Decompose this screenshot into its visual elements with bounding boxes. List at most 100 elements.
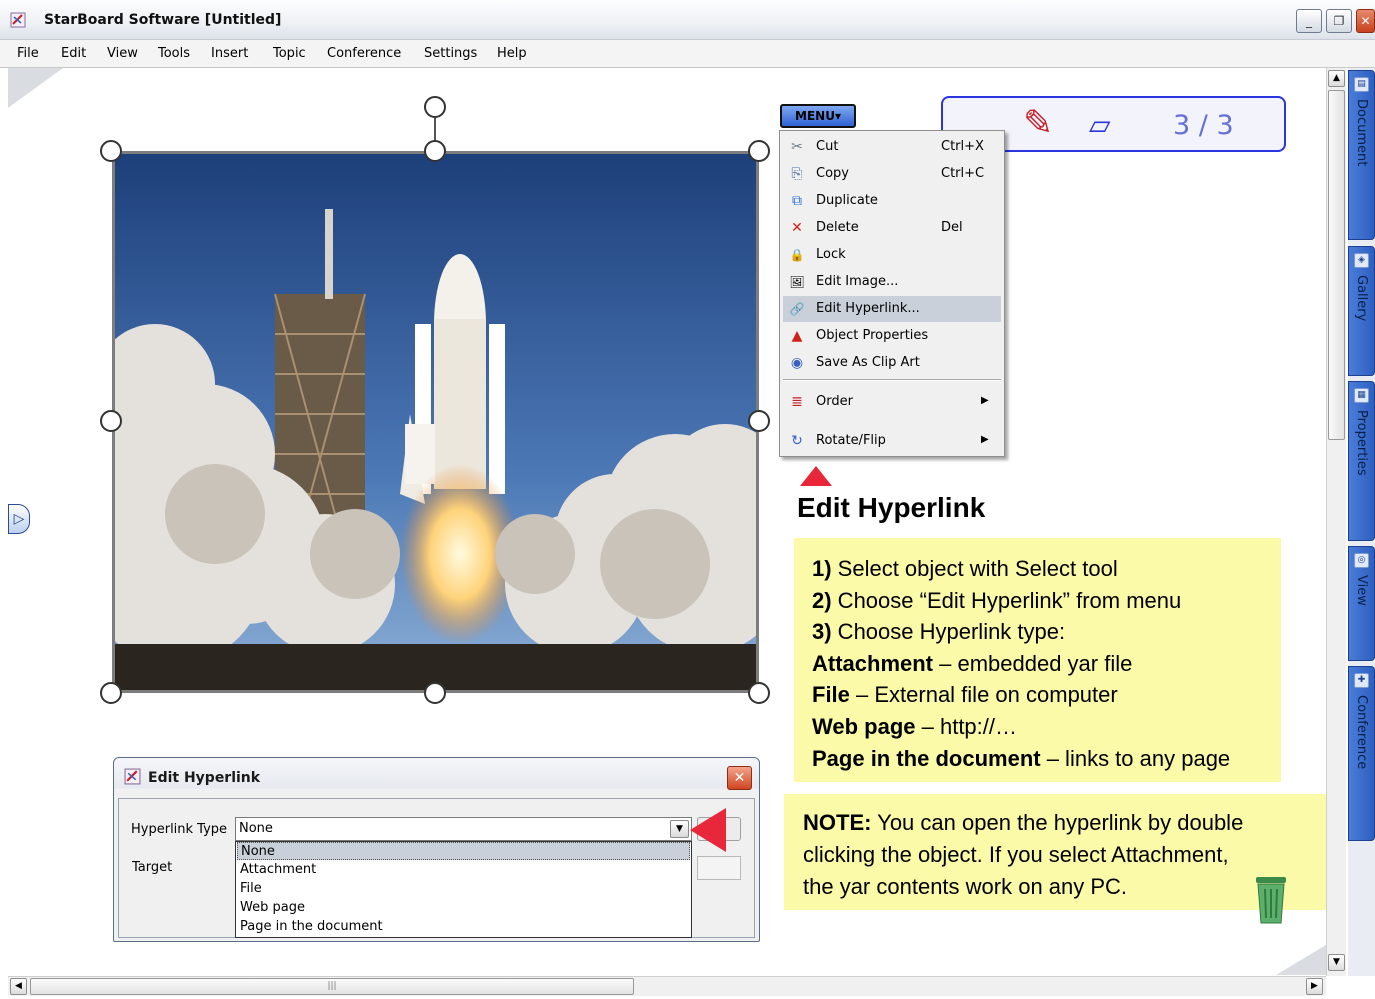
step-line: Web page – http://…	[812, 713, 1018, 739]
hyperlink-icon: 🔗	[789, 302, 805, 316]
tab-view[interactable]: ◎ View	[1348, 546, 1375, 661]
scroll-left-icon[interactable]: ◀	[10, 978, 27, 995]
menu-item-copy[interactable]: ⎘ Copy Ctrl+C	[783, 161, 1001, 187]
order-icon: ≣	[791, 394, 803, 410]
resize-handle-bottom-right[interactable]	[748, 682, 770, 704]
scroll-right-icon[interactable]: ▶	[1306, 978, 1323, 995]
menu-help[interactable]: Help	[497, 46, 527, 61]
submenu-arrow-icon: ▶	[981, 434, 989, 445]
target-label: Target	[132, 860, 173, 875]
minimize-button[interactable]: _	[1296, 9, 1322, 33]
menu-item-save-clip-art[interactable]: ◉ Save As Clip Art	[783, 350, 1001, 376]
duplicate-icon: ⧉	[792, 193, 802, 209]
step-line: Attachment – embedded yar file	[812, 650, 1133, 676]
menu-conference[interactable]: Conference	[327, 46, 401, 61]
properties-icon: ▦	[1354, 388, 1369, 403]
target-field[interactable]	[697, 856, 741, 880]
step-line: 3) Choose Hyperlink type:	[812, 619, 1066, 645]
horizontal-scroll-thumb[interactable]: |||	[30, 978, 634, 995]
menu-edit[interactable]: Edit	[61, 46, 86, 61]
step-line: 2) Choose “Edit Hyperlink” from menu	[812, 587, 1182, 613]
option-none[interactable]: None	[237, 842, 690, 860]
scroll-up-icon[interactable]: ▲	[1328, 70, 1345, 87]
menu-item-edit-hyperlink[interactable]: 🔗 Edit Hyperlink...	[783, 296, 1001, 322]
menu-tools[interactable]: Tools	[158, 46, 190, 61]
note-line: clicking the object. If you select Attac…	[803, 842, 1229, 867]
menu-item-object-properties[interactable]: ▲ Object Properties	[783, 323, 1001, 349]
view-icon: ◎	[1354, 553, 1369, 568]
resize-handle-top-left[interactable]	[100, 140, 122, 162]
red-pointer-arrow	[690, 808, 726, 852]
gallery-icon: ◈	[1354, 253, 1369, 268]
menu-file[interactable]: File	[17, 46, 39, 61]
step-line: Page in the document – links to any page	[812, 745, 1231, 771]
title-bar: StarBoard Software [Untitled] _ ❐ ✕	[0, 0, 1375, 40]
close-window-button[interactable]: ✕	[1356, 9, 1375, 33]
note-line: NOTE: You can open the hyperlink by doub…	[803, 810, 1244, 835]
object-menu-button[interactable]: MENU▾	[780, 104, 856, 128]
vertical-scrollbar[interactable]: ▲ ▼	[1326, 68, 1346, 976]
option-attachment[interactable]: Attachment	[237, 861, 690, 879]
menu-bar: File Edit View Tools Insert Topic Confer…	[0, 40, 1375, 68]
eraser-icon[interactable]: ▱	[1089, 108, 1111, 142]
page-curl-top-left[interactable]	[8, 68, 63, 108]
submenu-arrow-icon: ▶	[981, 395, 989, 406]
hyperlink-type-dropdown-list: None Attachment File Web page Page in th…	[235, 841, 692, 938]
expand-left-panel-icon[interactable]: ▷	[8, 504, 30, 534]
instruction-steps-box: 1) Select object with Select tool 2) Cho…	[794, 538, 1281, 782]
chevron-down-icon[interactable]: ▼	[670, 820, 689, 838]
resize-handle-top-right[interactable]	[748, 140, 770, 162]
page-counter: 3 / 3	[1173, 110, 1234, 141]
scroll-down-icon[interactable]: ▼	[1328, 954, 1345, 971]
option-page-in-document[interactable]: Page in the document	[237, 918, 690, 936]
pen-icon[interactable]: ✎	[1023, 104, 1053, 144]
step-line: File – External file on computer	[812, 682, 1118, 708]
trash-bin-icon[interactable]	[1254, 875, 1288, 925]
step-line: 1) Select object with Select tool	[812, 556, 1118, 581]
menu-item-order[interactable]: ≣ Order ▶	[783, 389, 1001, 415]
menu-item-lock[interactable]: 🔒 Lock	[783, 242, 1001, 268]
menu-item-cut[interactable]: ✂ Cut Ctrl+X	[783, 134, 1001, 160]
menu-item-edit-image[interactable]: 🖼 Edit Image...	[783, 269, 1001, 295]
menu-item-delete[interactable]: ✕ Delete Del	[783, 215, 1001, 241]
restore-button[interactable]: ❐	[1326, 9, 1352, 33]
menu-view[interactable]: View	[107, 46, 138, 61]
resize-handle-top[interactable]	[424, 140, 446, 162]
resize-handle-bottom[interactable]	[424, 682, 446, 704]
menu-settings[interactable]: Settings	[424, 46, 477, 61]
object-context-menu: ✂ Cut Ctrl+X ⎘ Copy Ctrl+C ⧉ Duplicate ✕…	[779, 130, 1005, 457]
lock-icon: 🔒	[789, 248, 805, 262]
page-curl-bottom-right[interactable]	[1276, 945, 1326, 975]
object-properties-icon: ▲	[791, 328, 803, 344]
resize-handle-bottom-left[interactable]	[100, 682, 122, 704]
window-title: StarBoard Software [Untitled]	[44, 12, 282, 28]
resize-handle-right[interactable]	[748, 410, 770, 432]
option-file[interactable]: File	[237, 880, 690, 898]
conference-icon: ✚	[1354, 673, 1369, 688]
starboard-app-icon	[10, 12, 26, 28]
rotation-handle[interactable]	[424, 96, 446, 118]
vertical-scroll-thumb[interactable]	[1328, 90, 1345, 440]
horizontal-scrollbar[interactable]: ◀ ||| ▶	[8, 976, 1326, 996]
clip-art-icon: ◉	[790, 355, 804, 371]
tab-document[interactable]: ▤ Document	[1348, 70, 1375, 240]
tab-properties[interactable]: ▦ Properties	[1348, 381, 1375, 541]
hyperlink-type-label: Hyperlink Type	[131, 822, 228, 837]
selected-image-shuttle-launch[interactable]	[112, 151, 759, 693]
copy-icon: ⎘	[791, 166, 803, 182]
menu-item-rotate-flip[interactable]: ↻ Rotate/Flip ▶	[783, 428, 1001, 454]
resize-handle-left[interactable]	[100, 410, 122, 432]
tab-gallery[interactable]: ◈ Gallery	[1348, 246, 1375, 376]
document-icon: ▤	[1354, 77, 1369, 92]
menu-item-duplicate[interactable]: ⧉ Duplicate	[783, 188, 1001, 214]
scissors-icon: ✂	[791, 139, 803, 155]
menu-separator	[783, 379, 1001, 381]
starboard-app-icon	[124, 768, 141, 785]
option-web-page[interactable]: Web page	[237, 899, 690, 917]
dialog-close-button[interactable]: ✕	[727, 766, 752, 790]
menu-topic[interactable]: Topic	[273, 46, 306, 61]
edit-image-icon: 🖼	[789, 275, 805, 289]
tab-conference[interactable]: ✚ Conference	[1348, 666, 1375, 841]
menu-insert[interactable]: Insert	[211, 46, 248, 61]
hyperlink-type-select[interactable]: None ▼	[235, 817, 692, 841]
